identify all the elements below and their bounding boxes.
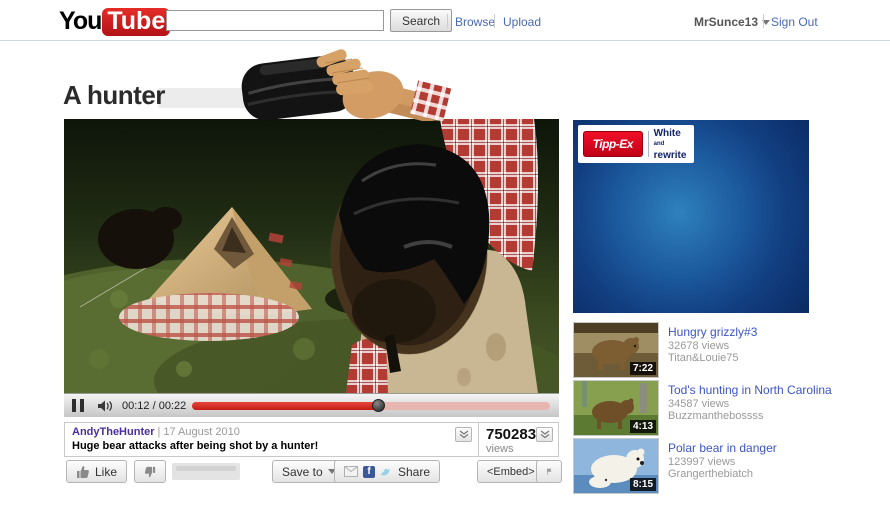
volume-icon xyxy=(98,400,113,412)
info-divider xyxy=(478,423,479,456)
header: You Tube Search Browse Upload MrSunce13 … xyxy=(0,0,890,41)
envelope-icon xyxy=(344,466,358,477)
pause-button[interactable] xyxy=(72,399,90,413)
share-label: Share xyxy=(398,464,431,479)
volume-button[interactable] xyxy=(97,399,115,413)
upload-date: 17 August 2010 xyxy=(163,426,240,438)
related-video-row: 4:13 Tod's hunting in North Carolina 345… xyxy=(573,380,883,436)
tagline-rewrite: rewrite xyxy=(653,149,687,161)
expand-description-button[interactable] xyxy=(455,427,472,442)
ad-logo-divider xyxy=(647,131,649,157)
duration-badge: 4:13 xyxy=(629,420,656,433)
time-display: 00:12 / 00:22 xyxy=(122,400,187,412)
hunter-arm-overlay xyxy=(230,49,458,124)
thumb-down-icon xyxy=(144,466,156,477)
related-uploader: Grangerthebiatch xyxy=(668,468,753,480)
tippex-ad-banner[interactable]: Tipp-Ex White and rewrite xyxy=(573,120,809,313)
youtube-watch-page: You Tube Search Browse Upload MrSunce13 … xyxy=(0,0,890,524)
tagline-white: White xyxy=(653,127,681,139)
progress-fill xyxy=(192,399,386,412)
hand-holding-tippex-pouch xyxy=(241,49,452,124)
embed-label: <Embed> xyxy=(487,465,535,478)
related-thumbnail-polar-bear[interactable]: 8:15 xyxy=(573,438,659,494)
header-divider xyxy=(763,14,764,28)
facebook-icon: f xyxy=(363,465,375,478)
account-menu[interactable]: MrSunce13 xyxy=(694,15,771,29)
related-video-row: 8:15 Polar bear in danger 123997 views G… xyxy=(573,438,883,494)
views-count: 750283 xyxy=(486,426,537,443)
logo-tube-text: Tube xyxy=(102,7,171,36)
progress-scrubber[interactable] xyxy=(372,399,386,412)
flag-button[interactable] xyxy=(536,460,562,483)
duration-badge: 7:22 xyxy=(629,362,656,375)
tippex-brand: Tipp-Ex xyxy=(583,131,643,157)
related-uploader: Buzzmanthebossss xyxy=(668,410,764,422)
save-to-label: Save to xyxy=(282,464,323,479)
search-input[interactable] xyxy=(166,10,384,31)
ad-tagline: White and rewrite xyxy=(654,128,694,161)
nav-upload-link[interactable]: Upload xyxy=(503,15,541,29)
like-label: Like xyxy=(95,464,118,479)
tippex-logo-box: Tipp-Ex White and rewrite xyxy=(578,125,694,163)
header-divider xyxy=(494,14,495,28)
video-description: Huge bear attacks after being shot by a … xyxy=(72,440,319,452)
related-thumbnail-grizzly[interactable]: 7:22 xyxy=(573,322,659,378)
like-button[interactable]: Like xyxy=(66,460,128,483)
search-button[interactable]: Search xyxy=(390,9,453,32)
video-info-box: AndyTheHunter | 17 August 2010 Huge bear a… xyxy=(64,422,559,457)
video-frame-forest-scene xyxy=(64,119,559,393)
title-ghost-bar xyxy=(158,88,340,108)
username-label: MrSunce13 xyxy=(694,15,759,29)
views-label: views xyxy=(486,443,514,455)
embed-button[interactable]: <Embed> xyxy=(477,460,545,483)
twitter-bird-icon xyxy=(381,468,391,476)
progress-track[interactable] xyxy=(192,399,550,412)
related-views: 34587 views xyxy=(668,398,730,410)
sign-out-link[interactable]: Sign Out xyxy=(771,15,818,29)
related-title-link[interactable]: Tod's hunting in North Carolina xyxy=(668,383,880,397)
related-uploader: Titan&Louie75 xyxy=(668,352,739,364)
thumb-up-icon xyxy=(77,465,89,478)
related-thumbnail-hunting[interactable]: 4:13 xyxy=(573,380,659,436)
related-title-link[interactable]: Hungry grizzly#3 xyxy=(668,325,880,339)
nav-browse-link[interactable]: Browse xyxy=(455,15,495,29)
duration-badge: 8:15 xyxy=(629,478,656,491)
uploader-line: AndyTheHunter | 17 August 2010 xyxy=(72,426,240,438)
header-divider xyxy=(447,14,448,28)
related-views: 123997 views xyxy=(668,456,736,468)
chevron-double-down-icon xyxy=(459,430,468,439)
related-video-row: 7:22 Hungry grizzly#3 32678 views Titan&… xyxy=(573,322,883,378)
player-control-bar: 00:12 / 00:22 xyxy=(64,393,559,417)
related-views: 32678 views xyxy=(668,340,730,352)
youtube-logo[interactable]: You Tube xyxy=(59,7,171,36)
expand-stats-button[interactable] xyxy=(536,427,553,442)
share-button[interactable]: f Share xyxy=(334,460,441,483)
uploader-link[interactable]: AndyTheHunter xyxy=(72,426,155,438)
related-title-link[interactable]: Polar bear in danger xyxy=(668,441,880,455)
video-player[interactable]: 00:12 / 00:22 xyxy=(64,119,559,417)
dislike-button[interactable] xyxy=(134,460,166,483)
logo-you-text: You xyxy=(59,7,102,35)
ratings-placeholder xyxy=(172,463,240,480)
video-screen[interactable] xyxy=(64,119,559,393)
flag-icon xyxy=(547,468,552,475)
tagline-and: and xyxy=(653,140,665,147)
chevron-double-down-icon xyxy=(540,430,549,439)
video-title: A hunter xyxy=(63,80,165,110)
